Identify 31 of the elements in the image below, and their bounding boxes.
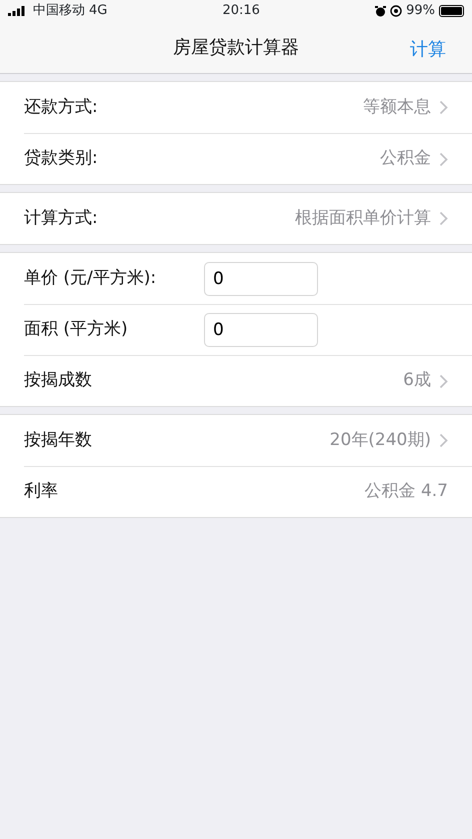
field-label: 还款方式: (24, 96, 98, 119)
option-value[interactable]: 公积金 (380, 146, 431, 172)
field-label: 单价 (元/平方米): (24, 266, 156, 290)
info-value: 公积金 4.7 (364, 480, 448, 504)
alarm-icon (375, 6, 386, 16)
option-value[interactable]: 根据面积单价计算 (295, 206, 431, 232)
field-label: 按揭成数 (24, 369, 92, 392)
battery-percent: 99% (406, 2, 435, 20)
screen-title: 房屋贷款计算器 (173, 36, 299, 60)
calculate-button[interactable]: 计算 (408, 34, 448, 65)
input-field[interactable]: 0 (204, 262, 318, 296)
field-label: 面积 (平方米) (24, 318, 128, 342)
carrier-name: 中国移动 (33, 2, 85, 20)
network-type: 4G (89, 2, 108, 20)
field-label: 计算方式: (24, 206, 98, 230)
input-field[interactable]: 0 (204, 313, 318, 347)
field-label: 利率 (24, 480, 58, 504)
field-label: 贷款类别: (24, 147, 98, 170)
chevron-icon (439, 433, 448, 448)
rotation-lock-icon (390, 5, 402, 17)
option-value[interactable]: 等额本息 (363, 94, 431, 120)
field-label: 按揭年数 (24, 428, 92, 452)
option-value[interactable]: 20年(240期) (330, 428, 431, 454)
signal-icon (8, 6, 25, 16)
chevron-icon (439, 374, 448, 388)
chevron-icon (439, 100, 448, 115)
battery-icon (439, 5, 464, 17)
option-value[interactable]: 6成 (403, 368, 431, 394)
clock-time: 20:16 (222, 3, 260, 18)
chevron-icon (439, 211, 448, 226)
chevron-icon (439, 152, 448, 166)
